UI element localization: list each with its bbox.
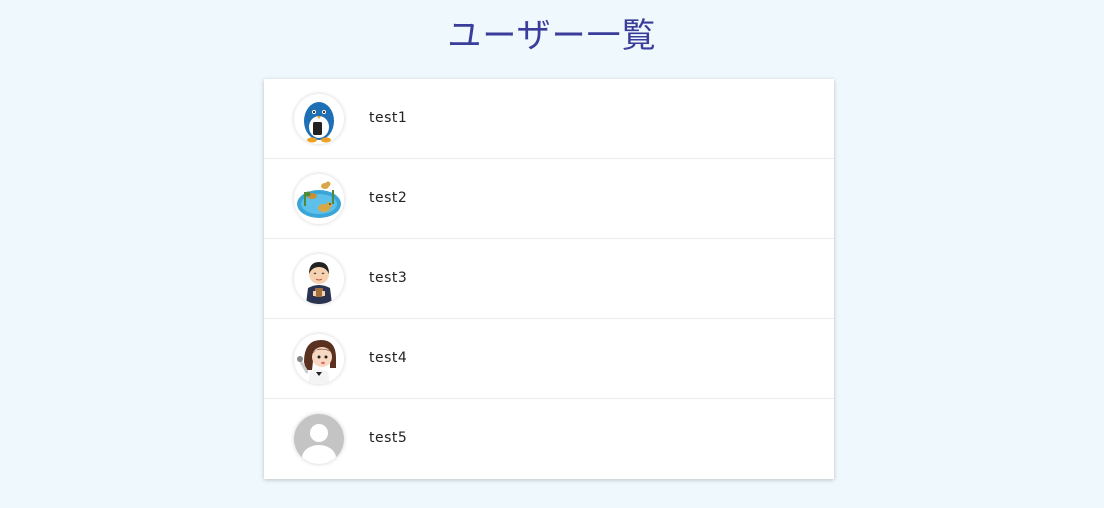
user-list: test1 test2 test3 test4 test5 (264, 79, 834, 479)
ducks-in-pond-icon (294, 174, 344, 224)
user-name: test2 (369, 190, 408, 206)
page-title: ユーザー一覧 (447, 16, 657, 56)
avatar (294, 334, 344, 384)
user-list-item[interactable]: test2 (264, 159, 834, 239)
avatar (294, 414, 344, 464)
penguin-with-phone-icon (294, 94, 344, 144)
user-name: test5 (369, 430, 408, 446)
girl-with-microphone-icon (294, 334, 344, 384)
avatar (294, 174, 344, 224)
user-list-item[interactable]: test5 (264, 399, 834, 479)
user-list-item[interactable]: test3 (264, 239, 834, 319)
avatar (294, 254, 344, 304)
user-name: test1 (369, 110, 408, 126)
default-user-icon (294, 414, 344, 464)
user-list-item[interactable]: test1 (264, 79, 834, 159)
person-holding-cup-icon (294, 254, 344, 304)
user-name: test4 (369, 350, 408, 366)
user-name: test3 (369, 270, 408, 286)
avatar (294, 94, 344, 144)
user-list-item[interactable]: test4 (264, 319, 834, 399)
